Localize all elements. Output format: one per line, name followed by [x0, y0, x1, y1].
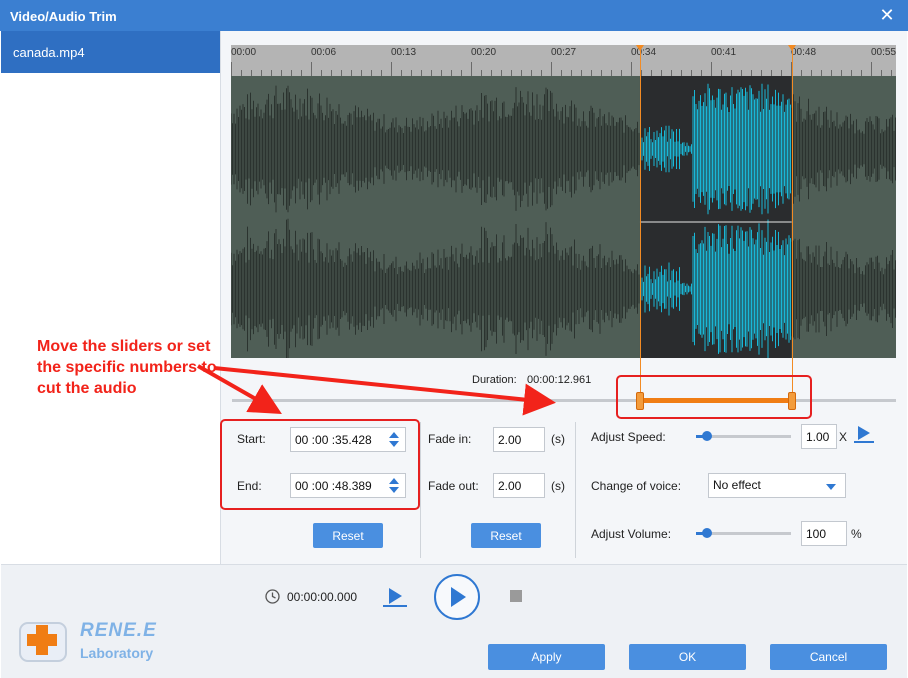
volume-value: 100 — [806, 527, 827, 541]
speed-input[interactable]: 1.00 — [801, 424, 837, 449]
annotation-box-time-inputs — [220, 419, 420, 510]
clock-icon — [265, 589, 280, 604]
voice-select[interactable]: No effect — [708, 473, 846, 498]
file-list: canada.mp4 — [1, 31, 221, 564]
speed-label: Adjust Speed: — [591, 430, 666, 444]
file-item-canada[interactable]: canada.mp4 — [1, 31, 220, 73]
tutorial-annotation: Move the sliders or set the specific num… — [37, 338, 217, 397]
panel-divider — [575, 422, 576, 558]
speed-unit: X — [839, 430, 848, 444]
fade-out-value: 2.00 — [498, 479, 522, 493]
waveform-graphic — [231, 76, 896, 358]
fade-out-input[interactable]: 2.00 — [493, 473, 545, 498]
apply-button[interactable]: Apply — [488, 644, 605, 670]
file-item-label: canada.mp4 — [13, 45, 85, 60]
playback-time: 00:00:00.000 — [287, 590, 358, 604]
volume-unit: % — [851, 527, 862, 541]
fade-in-label: Fade in: — [428, 432, 472, 446]
ok-button[interactable]: OK — [629, 644, 746, 670]
volume-input[interactable]: 100 — [801, 521, 847, 546]
start-marker-line — [639, 45, 641, 393]
speed-value: 1.00 — [806, 430, 830, 444]
logo-sub: Laboratory — [80, 645, 154, 661]
fade-out-unit: (s) — [551, 479, 565, 493]
panel-divider — [420, 422, 421, 558]
annotation-box-slider — [616, 375, 812, 419]
fade-reset-button[interactable]: Reset — [471, 523, 541, 548]
trim-reset-button[interactable]: Reset — [313, 523, 383, 548]
fade-in-unit: (s) — [551, 432, 565, 446]
duration-label: Duration: — [472, 374, 517, 386]
cancel-button[interactable]: Cancel — [770, 644, 887, 670]
voice-label: Change of voice: — [591, 479, 682, 493]
duration-value: 00:00:12.961 — [527, 374, 592, 386]
close-icon[interactable]: ✕ — [878, 6, 896, 24]
voice-select-value: No effect — [713, 478, 761, 492]
window-title: Video/Audio Trim — [10, 9, 117, 24]
chevron-down-icon — [826, 484, 836, 490]
stop-icon[interactable] — [510, 590, 522, 602]
play-icon[interactable] — [433, 573, 481, 621]
logo-brand: RENE.E — [80, 620, 157, 641]
title-bar: Video/Audio Trim ✕ — [0, 0, 908, 31]
play-selection-icon[interactable] — [381, 585, 409, 609]
ruler-ticks — [231, 62, 892, 76]
volume-label: Adjust Volume: — [591, 527, 672, 541]
end-marker-line — [791, 45, 793, 393]
time-ruler: 00:00 00:06 00:13 00:20 00:27 00:34 00:41 00:48… — [231, 45, 896, 76]
fade-in-value: 2.00 — [498, 433, 522, 447]
preview-speed-icon[interactable] — [852, 424, 876, 444]
fade-out-label: Fade out: — [428, 479, 479, 493]
rene-logo-icon — [19, 622, 67, 662]
fade-in-input[interactable]: 2.00 — [493, 427, 545, 452]
audio-waveform[interactable] — [231, 76, 896, 358]
